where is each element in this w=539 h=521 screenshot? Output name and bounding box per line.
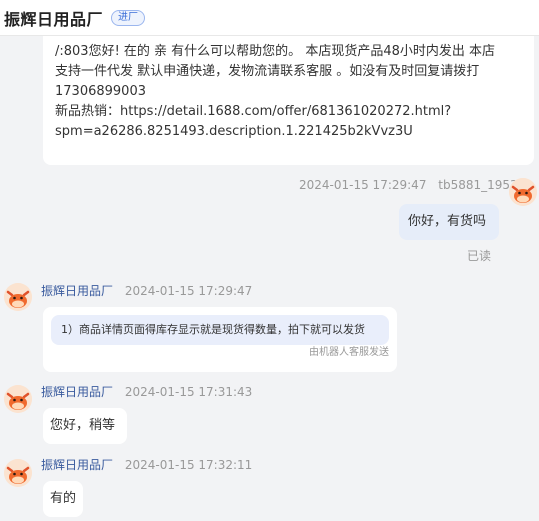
shop-title[interactable]: 振辉日用品厂 [4, 6, 103, 30]
message-timestamp: 2024-01-15 17:29:47 [299, 178, 427, 192]
message-line: /:803您好! 在的 亲 有什么可以帮助您的。 本店现货产品48小时内发出 本… [55, 44, 495, 59]
message-line: spm=a26286.8251493.description.1.221425b… [55, 124, 413, 139]
message-timestamp: 2024-01-15 17:32:11 [124, 458, 253, 472]
my-avatar [509, 178, 537, 206]
chat-header: 振辉日用品厂 进厂 [0, 0, 539, 36]
message-sender[interactable]: 振辉日用品厂 [41, 284, 113, 298]
cow-avatar-icon [509, 178, 537, 206]
cow-avatar-icon [4, 283, 32, 311]
auto-reply-text: 1）商品详情页面得库存显示就是现货得数量，拍下就可以发货 [51, 315, 389, 345]
message-timestamp: 2024-01-15 17:29:47 [124, 284, 253, 298]
robot-sent-note: 由机器人客服发送 [309, 347, 389, 358]
message-line: 新品热销：https://detail.1688.com/offer/68136… [55, 104, 452, 119]
my-message-bubble: 你好，有货吗 [399, 204, 499, 240]
read-status: 已读 [467, 249, 492, 263]
auto-reply-card: 1）商品详情页面得库存显示就是现货得数量，拍下就可以发货 由机器人客服发送 [43, 307, 397, 372]
reply-meta: 振辉日用品厂 2024-01-15 17:32:11 [41, 456, 252, 473]
reply-meta: 振辉日用品厂 2024-01-15 17:29:47 [41, 282, 252, 299]
reply-meta: 振辉日用品厂 2024-01-15 17:31:43 [41, 383, 252, 400]
message-timestamp: 2024-01-15 17:31:43 [124, 385, 253, 399]
reply-bubble: 您好，稍等 [43, 408, 127, 444]
store-avatar [4, 459, 32, 487]
cow-avatar-icon [4, 459, 32, 487]
reply-bubble: 有的 [43, 481, 83, 517]
store-avatar [4, 283, 32, 311]
store-avatar [4, 385, 32, 413]
store-greeting-bubble: /:803您好! 在的 亲 有什么可以帮助您的。 本店现货产品48小时内发出 本… [43, 36, 534, 165]
message-sender[interactable]: 振辉日用品厂 [41, 458, 113, 472]
message-sender[interactable]: 振辉日用品厂 [41, 385, 113, 399]
cow-avatar-icon [4, 385, 32, 413]
message-line: 支持一件代发 默认申通快递，发物流请联系客服 。如没有及时回复请拨打 [55, 64, 480, 79]
enter-shop-tag[interactable]: 进厂 [111, 9, 146, 26]
my-message-meta: 2024-01-15 17:29:47 tb5881_1953 [299, 178, 518, 192]
message-sender: tb5881_1953 [438, 178, 518, 192]
message-line: 17306899003 [55, 84, 146, 99]
